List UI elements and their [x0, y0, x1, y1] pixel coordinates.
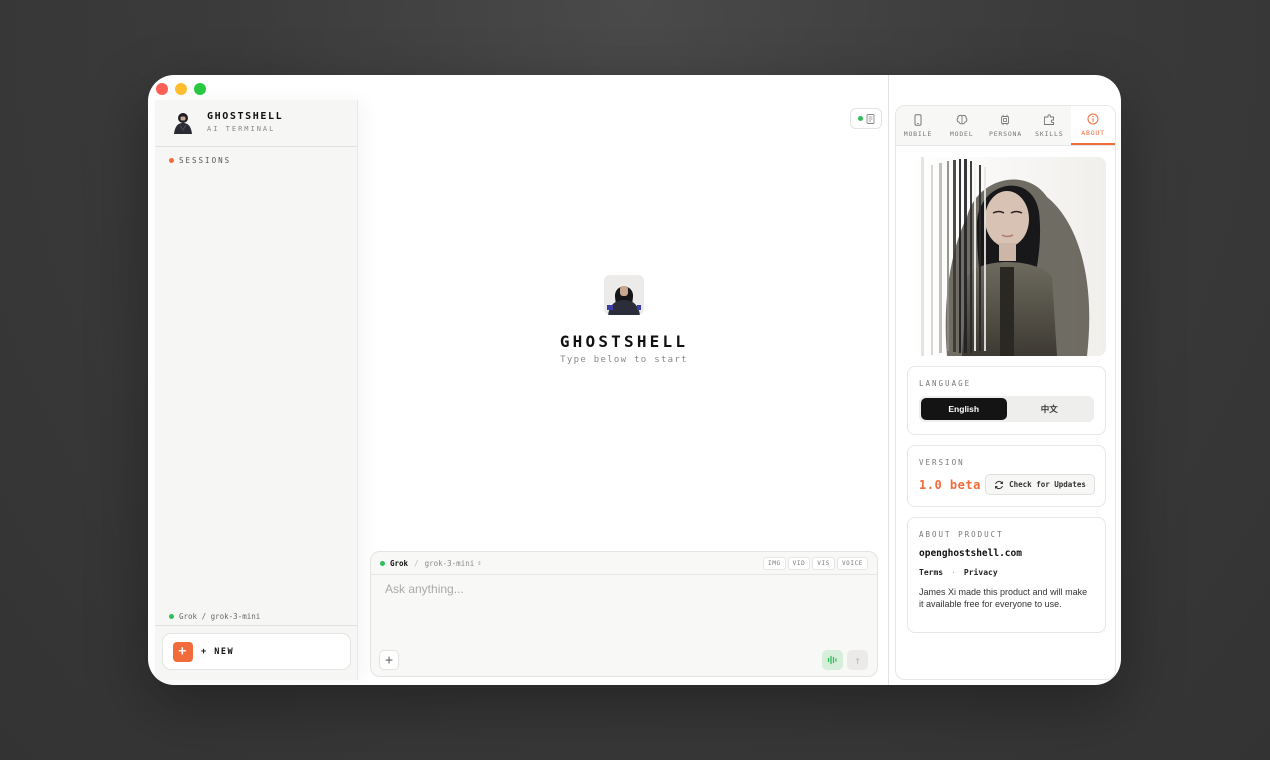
online-dot-icon	[169, 614, 174, 619]
brand-subtitle: AI TERMINAL	[207, 125, 276, 133]
chip-icon	[1001, 114, 1010, 125]
divider	[155, 146, 357, 147]
minimize-window-button[interactable]	[175, 83, 187, 95]
brand-avatar	[171, 110, 195, 134]
empty-state: GHOSTSHELL Type below to start	[544, 275, 704, 365]
tab-mobile-label: MOBILE	[903, 129, 933, 138]
model-status: Grok / grok-3-mini	[169, 612, 260, 621]
brand-name: GHOSTSHELL	[207, 111, 284, 122]
brain-icon	[956, 114, 968, 124]
new-session-button[interactable]: + + NEW	[162, 633, 351, 670]
language-option-english[interactable]: English	[921, 398, 1007, 420]
model-selector[interactable]: grok-3-mini	[425, 559, 475, 568]
panel-tabs: MOBILE MODEL PERSONA SKILLS ABOUT	[896, 106, 1115, 146]
divider	[155, 625, 357, 626]
version-label: VERSION	[919, 458, 965, 467]
tag-vid[interactable]: VID	[787, 556, 811, 570]
sidebar: GHOSTSHELL AI TERMINAL SESSIONS Grok / g…	[155, 100, 358, 680]
info-icon	[1087, 113, 1099, 124]
provider-separator: /	[414, 558, 419, 568]
tab-persona[interactable]: PERSONA	[984, 106, 1028, 145]
link-separator: ·	[951, 568, 956, 577]
tab-model-label: MODEL	[949, 129, 974, 138]
window-controls	[156, 83, 206, 95]
composer: Grok / grok-3-mini ⇕ IMG VID VIS VOICE A…	[370, 551, 878, 677]
tag-voice[interactable]: VOICE	[836, 556, 868, 570]
waveform-icon	[827, 655, 837, 665]
hero-subtitle: Type below to start	[560, 355, 688, 365]
persona-portrait-image	[907, 157, 1106, 356]
document-icon	[866, 113, 874, 124]
language-label: LANGUAGE	[919, 379, 972, 388]
version-card: VERSION 1.0 beta Check for Updates	[907, 445, 1106, 507]
app-window: GHOSTSHELL AI TERMINAL SESSIONS Grok / g…	[148, 75, 1121, 685]
sessions-label: SESSIONS	[179, 156, 232, 165]
version-number: 1.0 beta	[919, 478, 981, 492]
about-label: ABOUT PRODUCT	[919, 530, 1004, 539]
voice-button[interactable]	[822, 650, 843, 670]
tag-img[interactable]: IMG	[763, 556, 786, 570]
online-dot-icon	[380, 560, 385, 566]
refresh-icon	[995, 480, 1004, 489]
status-toggle[interactable]	[850, 108, 882, 129]
sessions-header: SESSIONS	[169, 156, 231, 165]
chevron-updown-icon[interactable]: ⇕	[477, 559, 481, 567]
close-window-button[interactable]	[156, 83, 168, 95]
tag-vis[interactable]: VIS	[812, 556, 835, 570]
tab-model[interactable]: MODEL	[940, 106, 984, 145]
about-card: ABOUT PRODUCT openghostshell.com Terms ·…	[907, 517, 1106, 633]
tab-about-label: ABOUT	[1081, 128, 1105, 137]
terms-link[interactable]: Terms	[919, 568, 943, 577]
puzzle-icon	[1044, 113, 1055, 125]
sessions-dot-icon	[169, 158, 174, 163]
language-toggle: English 中文	[919, 396, 1094, 422]
capability-tags: IMG VID VIS VOICE	[763, 556, 868, 570]
tab-skills-label: SKILLS	[1035, 129, 1064, 138]
brand: GHOSTSHELL AI TERMINAL	[171, 110, 283, 134]
arrow-up-icon: ↑	[854, 653, 861, 667]
mobile-icon	[914, 113, 922, 126]
tab-about[interactable]: ABOUT	[1071, 106, 1115, 145]
tab-skills[interactable]: SKILLS	[1027, 106, 1071, 145]
check-updates-button[interactable]: Check for Updates	[985, 474, 1095, 495]
online-dot-icon	[857, 116, 863, 121]
composer-toolbar: Grok / grok-3-mini ⇕ IMG VID VIS VOICE	[371, 552, 877, 575]
settings-panel: MOBILE MODEL PERSONA SKILLS ABOUT LANGUA…	[895, 105, 1116, 680]
plus-icon: +	[173, 641, 193, 662]
tab-mobile[interactable]: MOBILE	[896, 106, 940, 145]
provider-label[interactable]: Grok	[390, 559, 408, 568]
product-domain-link[interactable]: openghostshell.com	[919, 548, 1022, 559]
privacy-link[interactable]: Privacy	[964, 568, 998, 577]
legal-links: Terms · Privacy	[919, 568, 998, 577]
about-description: James Xi made this product and will make…	[919, 587, 1088, 609]
tab-persona-label: PERSONA	[988, 129, 1022, 138]
new-session-label: + NEW	[201, 646, 235, 657]
attach-button[interactable]: +	[379, 650, 399, 670]
panel-divider	[888, 75, 889, 685]
model-status-label: Grok / grok-3-mini	[179, 612, 261, 621]
message-input[interactable]: Ask anything...	[385, 582, 464, 596]
language-option-chinese[interactable]: 中文	[1007, 398, 1093, 420]
send-button[interactable]: ↑	[847, 650, 868, 670]
hero-title: GHOSTSHELL	[559, 332, 689, 351]
language-card: LANGUAGE English 中文	[907, 366, 1106, 435]
maximize-window-button[interactable]	[194, 83, 206, 95]
hero-avatar	[604, 275, 644, 315]
check-updates-label: Check for Updates	[1009, 480, 1086, 489]
